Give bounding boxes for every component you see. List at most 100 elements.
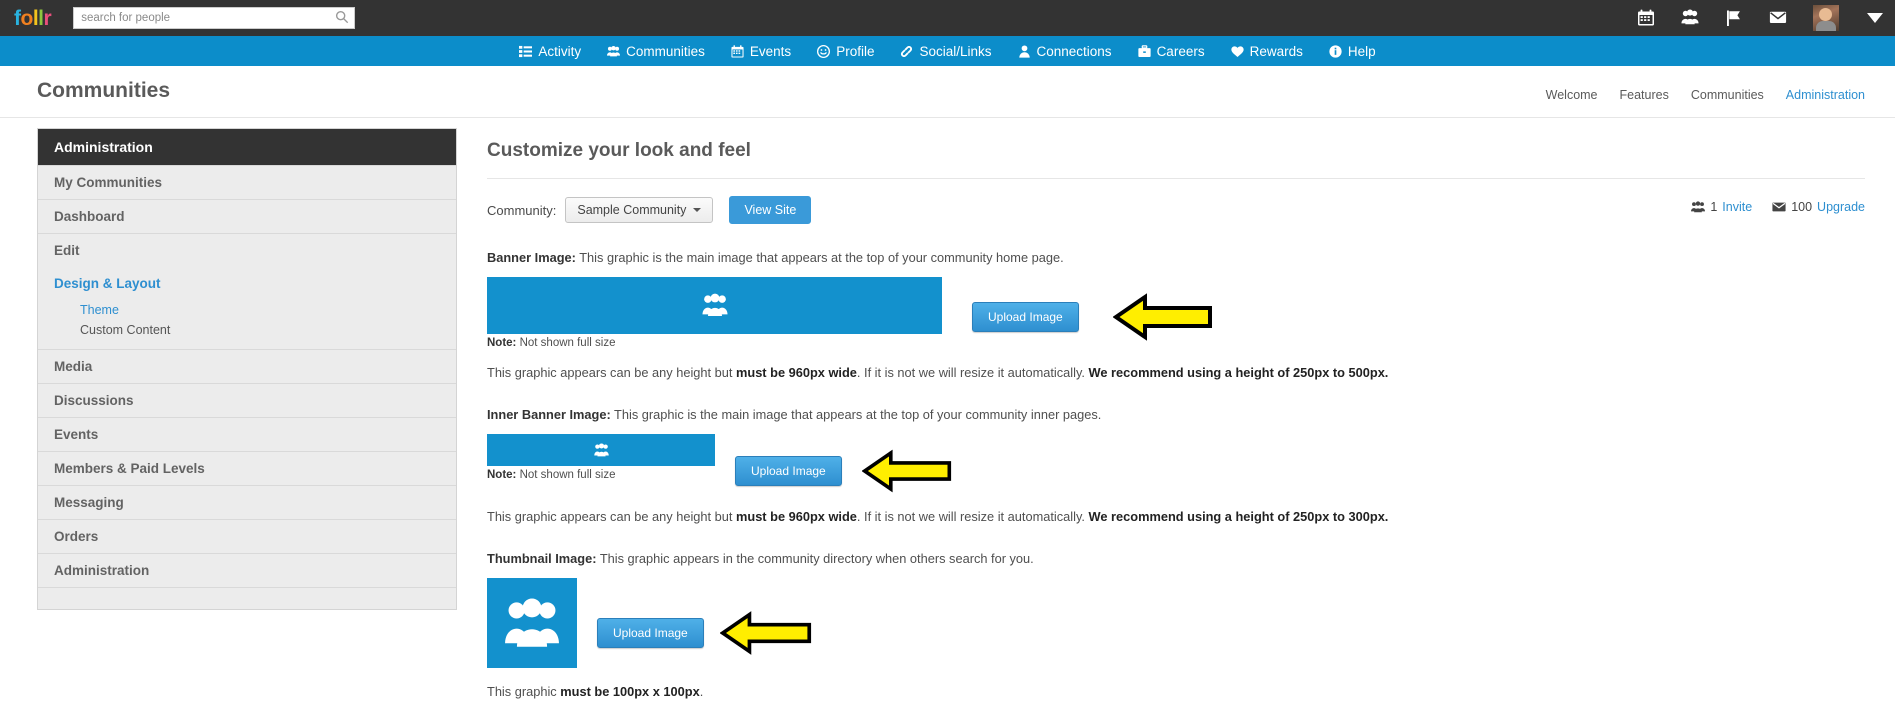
people-placeholder-icon bbox=[701, 294, 728, 317]
banner-spec-pre: This graphic appears can be any height b… bbox=[487, 364, 736, 380]
banner-title: Banner Image: bbox=[487, 250, 576, 265]
toolbar-right: 1 Invite 100 Upgrade bbox=[1691, 200, 1865, 214]
community-dropdown[interactable]: Sample Community bbox=[565, 197, 714, 223]
sidebar-subitem-custom-content[interactable]: Custom Content bbox=[38, 320, 456, 340]
inner-banner-preview-col: Note: Not shown full size bbox=[487, 424, 715, 481]
inner-banner-spec-bold1: must be 960px wide bbox=[736, 508, 857, 524]
inner-banner-preview bbox=[487, 433, 715, 466]
community-dropdown-value: Sample Community bbox=[577, 203, 687, 217]
calendar-icon bbox=[731, 44, 744, 58]
nav-item-social-links[interactable]: Social/Links bbox=[887, 36, 1004, 66]
nav-item-rewards[interactable]: Rewards bbox=[1218, 36, 1316, 66]
nav-label: Profile bbox=[836, 43, 875, 59]
breadcrumb-welcome[interactable]: Welcome bbox=[1546, 88, 1598, 102]
sidebar-subitem-theme[interactable]: Theme bbox=[38, 300, 456, 320]
upload-thumbnail-image-button[interactable]: Upload Image bbox=[597, 617, 704, 648]
upgrade-link[interactable]: Upgrade bbox=[1817, 200, 1865, 214]
sidebar-item-edit[interactable]: Edit bbox=[38, 233, 456, 267]
banner-spec-bold2: We recommend using a height of 250px to … bbox=[1088, 364, 1389, 380]
nav-item-help[interactable]: Help bbox=[1316, 36, 1389, 66]
search-icon[interactable] bbox=[335, 10, 349, 24]
community-label: Community: bbox=[487, 202, 557, 218]
logo-letter-r: r bbox=[43, 6, 52, 30]
nav-item-communities[interactable]: Communities bbox=[594, 36, 718, 66]
nav-label: Communities bbox=[626, 43, 705, 59]
sidebar-item-administration[interactable]: Administration bbox=[38, 553, 456, 587]
inner-banner-title: Inner Banner Image: bbox=[487, 406, 611, 422]
sidebar-item-dashboard[interactable]: Dashboard bbox=[38, 199, 456, 233]
search-input[interactable] bbox=[73, 7, 356, 29]
sidebar-item-messaging[interactable]: Messaging bbox=[38, 485, 456, 519]
breadcrumb-administration[interactable]: Administration bbox=[1786, 88, 1865, 102]
pointer-arrow-icon bbox=[1112, 293, 1212, 341]
calendar-icon[interactable] bbox=[1637, 9, 1655, 27]
thumbnail-spec-mid: . bbox=[699, 683, 704, 699]
people-icon[interactable] bbox=[1681, 9, 1699, 27]
banner-desc-text: This graphic is the main image that appe… bbox=[575, 250, 1064, 265]
avatar[interactable] bbox=[1813, 5, 1839, 31]
flag-icon[interactable] bbox=[1725, 9, 1743, 27]
view-site-button[interactable]: View Site bbox=[729, 196, 812, 224]
section-inner-banner-image: Inner Banner Image: This graphic is the … bbox=[487, 406, 1865, 524]
sidebar-item-discussions[interactable]: Discussions bbox=[38, 383, 456, 417]
thumbnail-preview-row: Upload Image bbox=[487, 577, 1865, 668]
sidebar-item-design-layout[interactable]: Design & Layout bbox=[38, 267, 456, 300]
inner-banner-spec-mid: . If it is not we will resize it automat… bbox=[856, 508, 1089, 524]
divider bbox=[487, 178, 1865, 179]
page-title: Communities bbox=[37, 79, 171, 102]
upload-inner-banner-image-button[interactable]: Upload Image bbox=[735, 455, 842, 486]
link-icon bbox=[901, 45, 913, 57]
thumbnail-spec: This graphic must be 100px x 100px. bbox=[487, 684, 1865, 699]
nav-item-events[interactable]: Events bbox=[718, 36, 804, 66]
nav-item-profile[interactable]: Profile bbox=[804, 36, 887, 66]
sidebar-item-orders[interactable]: Orders bbox=[38, 519, 456, 553]
inner-banner-desc-text: This graphic is the main image that appe… bbox=[610, 406, 1102, 422]
nav-label: Careers bbox=[1156, 43, 1205, 59]
breadcrumb-communities[interactable]: Communities bbox=[1691, 88, 1764, 102]
banner-preview-col: Note: Not shown full size bbox=[487, 267, 942, 349]
nav-label: Events bbox=[749, 43, 792, 59]
main-nav: Activity Communities Events Profile Soci… bbox=[0, 36, 1895, 66]
inner-banner-spec-pre: This graphic appears can be any height b… bbox=[487, 508, 736, 524]
nav-label: Activity bbox=[538, 43, 582, 59]
invite-chip[interactable]: 1 Invite bbox=[1691, 200, 1752, 214]
thumbnail-preview bbox=[487, 577, 577, 668]
site-logo[interactable]: follr bbox=[14, 6, 52, 30]
upgrade-chip[interactable]: 100 Upgrade bbox=[1772, 200, 1865, 214]
breadcrumb: Welcome Features Communities Administrat… bbox=[1546, 88, 1865, 102]
nav-item-connections[interactable]: Connections bbox=[1005, 36, 1125, 66]
chevron-down-icon[interactable] bbox=[1867, 13, 1883, 23]
invite-count: 1 bbox=[1710, 200, 1718, 214]
banner-note-label: Note: bbox=[487, 336, 517, 349]
people-icon bbox=[607, 45, 621, 56]
upload-banner-image-button[interactable]: Upload Image bbox=[972, 301, 1079, 332]
inner-banner-note-label: Note: bbox=[487, 468, 517, 481]
smiley-icon bbox=[817, 44, 831, 58]
nav-item-careers[interactable]: Careers bbox=[1125, 36, 1218, 66]
sidebar-header: Administration bbox=[38, 129, 456, 165]
inner-banner-note-text: Not shown full size bbox=[516, 468, 616, 481]
banner-preview-row: Note: Not shown full size Upload Image bbox=[487, 267, 1865, 349]
envelope-icon[interactable] bbox=[1769, 9, 1787, 27]
pointer-arrow-icon bbox=[719, 610, 811, 655]
breadcrumb-features[interactable]: Features bbox=[1620, 88, 1669, 102]
nav-item-activity[interactable]: Activity bbox=[506, 36, 594, 66]
sidebar-item-members-paid-levels[interactable]: Members & Paid Levels bbox=[38, 451, 456, 485]
pointer-arrow-icon bbox=[861, 449, 951, 493]
nav-label: Social/Links bbox=[919, 43, 992, 59]
invite-link[interactable]: Invite bbox=[1722, 200, 1752, 214]
sidebar-item-media[interactable]: Media bbox=[38, 349, 456, 383]
page-body: Administration My Communities Dashboard … bbox=[0, 118, 1895, 723]
banner-note-text: Not shown full size bbox=[516, 336, 616, 349]
sidebar-item-my-communities[interactable]: My Communities bbox=[38, 165, 456, 199]
briefcase-icon bbox=[1137, 44, 1151, 57]
sidebar-item-events[interactable]: Events bbox=[38, 417, 456, 451]
list-icon bbox=[519, 45, 533, 57]
upgrade-count: 100 bbox=[1791, 200, 1813, 214]
main-content: Customize your look and feel Community: … bbox=[487, 128, 1865, 723]
sidebar: Administration My Communities Dashboard … bbox=[37, 128, 457, 610]
people-icon bbox=[1691, 201, 1706, 213]
people-placeholder-icon bbox=[505, 598, 559, 647]
thumbnail-title: Thumbnail Image: bbox=[487, 550, 597, 566]
sidebar-filler bbox=[38, 587, 456, 609]
